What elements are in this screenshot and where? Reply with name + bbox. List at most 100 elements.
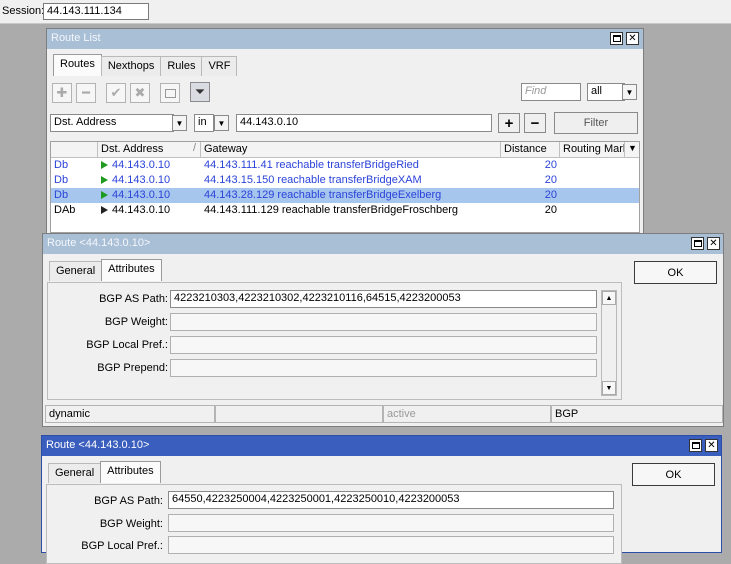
maximize-icon[interactable]	[691, 237, 704, 250]
session-bar: Session: 44.143.111.134	[0, 0, 731, 24]
route-active-icon	[101, 206, 108, 214]
filter-toggle-button[interactable]: ⏷	[190, 82, 210, 102]
remove-button[interactable]: ━	[76, 83, 96, 103]
tab-rules[interactable]: Rules	[160, 56, 203, 76]
dst-value: 44.143.0.10	[112, 174, 171, 186]
tab-attributes[interactable]: Attributes	[101, 259, 162, 281]
bgp-local-pref-label: BGP Local Pref.:	[81, 540, 163, 552]
distance-cell: 20	[544, 204, 557, 216]
window-title: Route <44.143.0.10>	[46, 439, 150, 451]
column-header-gateway[interactable]: Gateway	[201, 142, 501, 158]
gateway-cell: 44.143.111.41 reachable transferBridgeRi…	[204, 159, 419, 171]
bgp-as-path-field[interactable]: 4223210303,4223210302,4223210116,64515,4…	[170, 290, 597, 308]
status-protocol: BGP	[551, 405, 723, 423]
maximize-icon[interactable]	[689, 439, 702, 452]
find-input[interactable]: Find	[521, 83, 581, 101]
comment-button[interactable]	[160, 83, 180, 103]
filter-field-select[interactable]: Dst. Address	[50, 114, 174, 132]
dst-value: 44.143.0.10	[112, 189, 171, 201]
scroll-up-icon[interactable]: ▲	[602, 291, 616, 305]
table-row[interactable]: Db 44.143.0.10 44.143.111.41 reachable t…	[51, 158, 639, 173]
bgp-prepend-field[interactable]	[170, 359, 597, 377]
filter-field-dropdown-icon[interactable]: ▼	[172, 115, 187, 131]
disable-button[interactable]: ✖	[130, 83, 150, 103]
note-icon	[164, 88, 176, 98]
enable-button[interactable]: ✔	[106, 83, 126, 103]
gateway-cell: 44.143.111.129 reachable transferBridgeF…	[204, 204, 458, 216]
filter-button[interactable]: Filter	[554, 112, 638, 134]
column-header-label: Dst. Address	[101, 143, 164, 155]
remove-filter-button[interactable]: −	[524, 113, 546, 133]
route-window-2-tabs: General Attributes	[48, 461, 161, 483]
table-row[interactable]: DAb 44.143.0.10 44.143.111.129 reachable…	[51, 203, 639, 218]
session-input[interactable]: 44.143.111.134	[43, 3, 149, 20]
bgp-prepend-label: BGP Prepend:	[97, 362, 168, 374]
route-active-icon	[101, 176, 108, 184]
close-icon[interactable]: ✕	[626, 32, 639, 45]
bgp-local-pref-label: BGP Local Pref.:	[86, 339, 168, 351]
tab-vrf[interactable]: VRF	[201, 56, 238, 76]
bgp-weight-label: BGP Weight:	[104, 316, 168, 328]
table-header: Dst. Address / Gateway Distance Routing M…	[51, 142, 639, 158]
tab-nexthops[interactable]: Nexthops	[100, 56, 162, 76]
routes-table: Dst. Address / Gateway Distance Routing M…	[50, 141, 640, 233]
scroll-down-icon[interactable]: ▼	[602, 381, 616, 395]
route-window-1: Route <44.143.0.10> ✕ General Attributes…	[42, 233, 724, 427]
filter-value-input[interactable]: 44.143.0.10	[236, 114, 492, 132]
dst-cell: 44.143.0.10	[98, 188, 201, 203]
window-title: Route <44.143.0.10>	[47, 237, 151, 249]
flags-cell: Db	[54, 174, 69, 186]
columns-menu-icon[interactable]: ▼	[625, 142, 640, 158]
bgp-local-pref-field[interactable]	[168, 536, 614, 554]
check-icon: ✔	[110, 85, 122, 100]
bgp-weight-field[interactable]	[168, 514, 614, 532]
route-window-2-titlebar[interactable]: Route <44.143.0.10> ✕	[42, 436, 721, 456]
vertical-scrollbar[interactable]: ▲ ▼	[601, 290, 617, 396]
dst-cell: 44.143.0.10	[98, 158, 201, 173]
table-row-selected[interactable]: Db 44.143.0.10 44.143.28.129 reachable t…	[51, 188, 639, 203]
bgp-weight-field[interactable]	[170, 313, 597, 331]
funnel-icon: ⏷	[194, 84, 206, 99]
find-scope-dropdown-icon[interactable]: ▼	[622, 84, 637, 100]
route-active-icon	[101, 161, 108, 169]
bgp-local-pref-field[interactable]	[170, 336, 597, 354]
flags-cell: Db	[54, 159, 69, 171]
dst-cell: 44.143.0.10	[98, 173, 201, 188]
status-active: active	[383, 405, 551, 423]
column-header-distance[interactable]: Distance	[501, 142, 560, 158]
route-list-tabs: Routes Nexthops Rules VRF	[53, 54, 238, 76]
tab-routes[interactable]: Routes	[53, 54, 102, 76]
minus-icon: ━	[82, 85, 90, 100]
x-icon: ✖	[134, 85, 146, 100]
close-icon[interactable]: ✕	[705, 439, 718, 452]
minus-icon: −	[530, 114, 540, 132]
tab-attributes[interactable]: Attributes	[100, 461, 161, 483]
route-window-1-tabs: General Attributes	[49, 259, 162, 281]
filter-op-select[interactable]: in	[194, 114, 214, 132]
column-header-dst-address[interactable]: Dst. Address /	[98, 142, 201, 158]
status-empty	[215, 405, 383, 423]
bgp-as-path-field[interactable]: 64550,4223250004,4223250001,4223250010,4…	[168, 491, 614, 509]
flags-cell: DAb	[54, 204, 76, 216]
maximize-icon[interactable]	[610, 32, 623, 45]
route-list-titlebar[interactable]: Route List ✕	[47, 29, 643, 49]
filter-op-dropdown-icon[interactable]: ▼	[214, 115, 229, 131]
find-scope-select[interactable]: all	[587, 83, 625, 101]
table-row[interactable]: Db 44.143.0.10 44.143.15.150 reachable t…	[51, 173, 639, 188]
column-header-flags[interactable]	[51, 142, 98, 158]
tab-general[interactable]: General	[48, 463, 102, 483]
add-button[interactable]: ✚	[52, 83, 72, 103]
route-window-1-titlebar[interactable]: Route <44.143.0.10> ✕	[43, 234, 723, 254]
gateway-cell: 44.143.28.129 reachable transferBridgeEx…	[204, 189, 442, 201]
desktop-background	[648, 24, 731, 234]
sort-indicator-icon: /	[192, 142, 196, 154]
bgp-as-path-label: BGP AS Path:	[99, 293, 168, 305]
add-filter-button[interactable]: +	[498, 113, 520, 133]
column-header-routing-mark[interactable]: Routing Mark	[560, 142, 625, 158]
close-icon[interactable]: ✕	[707, 237, 720, 250]
ok-button[interactable]: OK	[634, 261, 717, 284]
ok-button[interactable]: OK	[632, 463, 715, 486]
tab-general[interactable]: General	[49, 261, 103, 281]
plus-icon: +	[504, 114, 514, 132]
bgp-weight-label: BGP Weight:	[99, 518, 163, 530]
